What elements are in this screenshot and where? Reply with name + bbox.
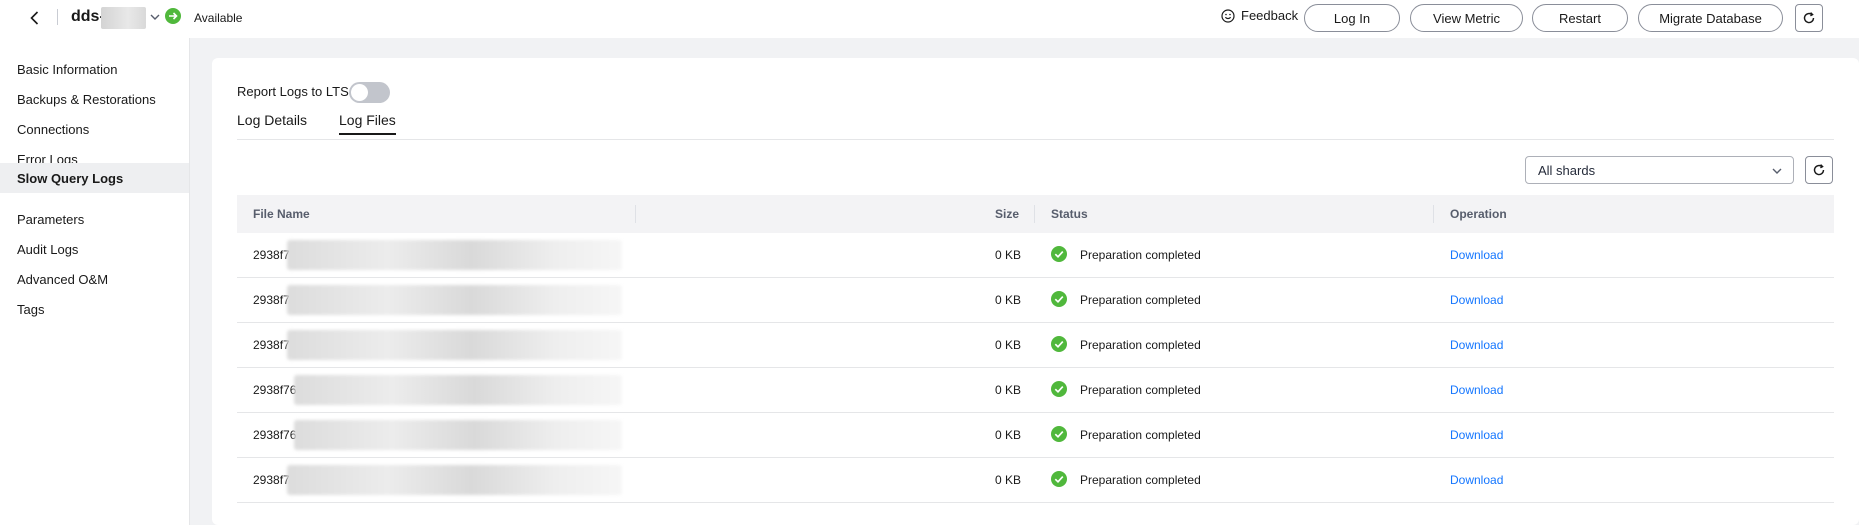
table-header: File Name Size Status Operation xyxy=(237,195,1834,233)
file-size: 0 KB xyxy=(995,293,1022,307)
column-operation: Operation xyxy=(1450,207,1507,221)
back-arrow-icon[interactable] xyxy=(26,9,44,27)
refresh-icon xyxy=(1803,12,1815,24)
migrate-database-button[interactable]: Migrate Database xyxy=(1638,4,1783,32)
column-status[interactable]: Status xyxy=(1051,207,1088,221)
chevron-down-icon[interactable] xyxy=(149,11,161,23)
instance-name-mask xyxy=(101,7,146,29)
download-link[interactable]: Download xyxy=(1450,338,1503,352)
view-metric-button[interactable]: View Metric xyxy=(1410,4,1523,32)
download-link[interactable]: Download xyxy=(1450,293,1503,307)
tab-log-details[interactable]: Log Details xyxy=(237,112,307,128)
table-row: 2938f7 0 KB Preparation completed Downlo… xyxy=(237,233,1834,278)
toggle-knob xyxy=(351,84,368,101)
file-size: 0 KB xyxy=(995,473,1022,487)
table-row: 2938f76 0 KB Preparation completed Downl… xyxy=(237,413,1834,458)
download-link[interactable]: Download xyxy=(1450,248,1503,262)
file-status: Preparation completed xyxy=(1080,428,1201,442)
file-name: 2938f7 xyxy=(253,338,290,352)
file-status: Preparation completed xyxy=(1080,293,1201,307)
download-link[interactable]: Download xyxy=(1450,428,1503,442)
table-row: 2938f7 0 KB Preparation completed Downlo… xyxy=(237,323,1834,368)
tabs-divider xyxy=(237,139,1834,140)
column-resizer[interactable] xyxy=(635,205,636,223)
refresh-icon xyxy=(1813,164,1825,176)
header-refresh-button[interactable] xyxy=(1795,4,1823,32)
shard-select[interactable]: All shards xyxy=(1525,156,1794,184)
file-size: 0 KB xyxy=(995,428,1022,442)
check-circle-icon xyxy=(1051,291,1067,307)
sidebar-item-advanced-om[interactable]: Advanced O&M xyxy=(0,265,189,293)
file-size: 0 KB xyxy=(995,383,1022,397)
sidebar: Basic Information Backups & Restorations… xyxy=(0,38,190,525)
chevron-down-icon xyxy=(1772,168,1782,174)
file-name-mask xyxy=(287,465,622,495)
status-available-icon xyxy=(165,8,181,24)
download-link[interactable]: Download xyxy=(1450,383,1503,397)
file-name: 2938f7 xyxy=(253,293,290,307)
download-link[interactable]: Download xyxy=(1450,473,1503,487)
check-circle-icon xyxy=(1051,426,1067,442)
file-status: Preparation completed xyxy=(1080,473,1201,487)
file-name-mask xyxy=(294,420,622,450)
file-name-mask xyxy=(287,330,622,360)
column-resizer[interactable] xyxy=(1433,205,1434,223)
sidebar-item-connections[interactable]: Connections xyxy=(0,115,189,143)
check-circle-icon xyxy=(1051,336,1067,352)
file-name-mask xyxy=(287,285,622,315)
report-logs-label: Report Logs to LTS xyxy=(237,84,349,99)
file-name: 2938f7 xyxy=(253,473,290,487)
divider xyxy=(57,9,58,25)
shard-select-value: All shards xyxy=(1538,162,1596,178)
sidebar-item-basic-information[interactable]: Basic Information xyxy=(0,55,189,83)
check-circle-icon xyxy=(1051,246,1067,262)
feedback-button[interactable]: Feedback xyxy=(1221,8,1298,23)
file-name: 2938f76 xyxy=(253,428,297,442)
file-name-mask xyxy=(294,375,622,405)
file-status: Preparation completed xyxy=(1080,383,1201,397)
table-row: 2938f7 0 KB Preparation completed Downlo… xyxy=(237,278,1834,323)
sidebar-item-audit-logs[interactable]: Audit Logs xyxy=(0,235,189,263)
top-bar: dds- Available Feedback Log In View Metr… xyxy=(0,0,1859,38)
file-name-mask xyxy=(287,240,622,270)
column-resizer[interactable] xyxy=(1034,205,1035,223)
table-row: 2938f76 0 KB Preparation completed Downl… xyxy=(237,368,1834,413)
sidebar-item-slow-query-logs[interactable]: Slow Query Logs xyxy=(0,163,189,193)
check-circle-icon xyxy=(1051,381,1067,397)
file-name: 2938f76 xyxy=(253,383,297,397)
file-size: 0 KB xyxy=(995,338,1022,352)
file-name: 2938f7 xyxy=(253,248,290,262)
column-file-name[interactable]: File Name xyxy=(253,207,310,221)
feedback-label: Feedback xyxy=(1241,8,1299,23)
file-status: Preparation completed xyxy=(1080,248,1201,262)
log-in-button[interactable]: Log In xyxy=(1304,4,1400,32)
table-row: 2938f7 0 KB Preparation completed Downlo… xyxy=(237,458,1834,503)
column-size[interactable]: Size xyxy=(995,207,1019,221)
instance-status: Available xyxy=(194,11,243,25)
file-status: Preparation completed xyxy=(1080,338,1201,352)
report-logs-toggle[interactable] xyxy=(349,82,390,103)
instance-name: dds- xyxy=(71,8,105,25)
restart-button[interactable]: Restart xyxy=(1532,4,1628,32)
sidebar-item-parameters[interactable]: Parameters xyxy=(0,205,189,233)
file-size: 0 KB xyxy=(995,248,1022,262)
tab-log-files[interactable]: Log Files xyxy=(339,112,396,135)
check-circle-icon xyxy=(1051,471,1067,487)
sidebar-item-tags[interactable]: Tags xyxy=(0,295,189,323)
table-refresh-button[interactable] xyxy=(1805,156,1833,184)
sidebar-item-backups-restorations[interactable]: Backups & Restorations xyxy=(0,85,189,113)
smile-icon xyxy=(1221,8,1235,23)
